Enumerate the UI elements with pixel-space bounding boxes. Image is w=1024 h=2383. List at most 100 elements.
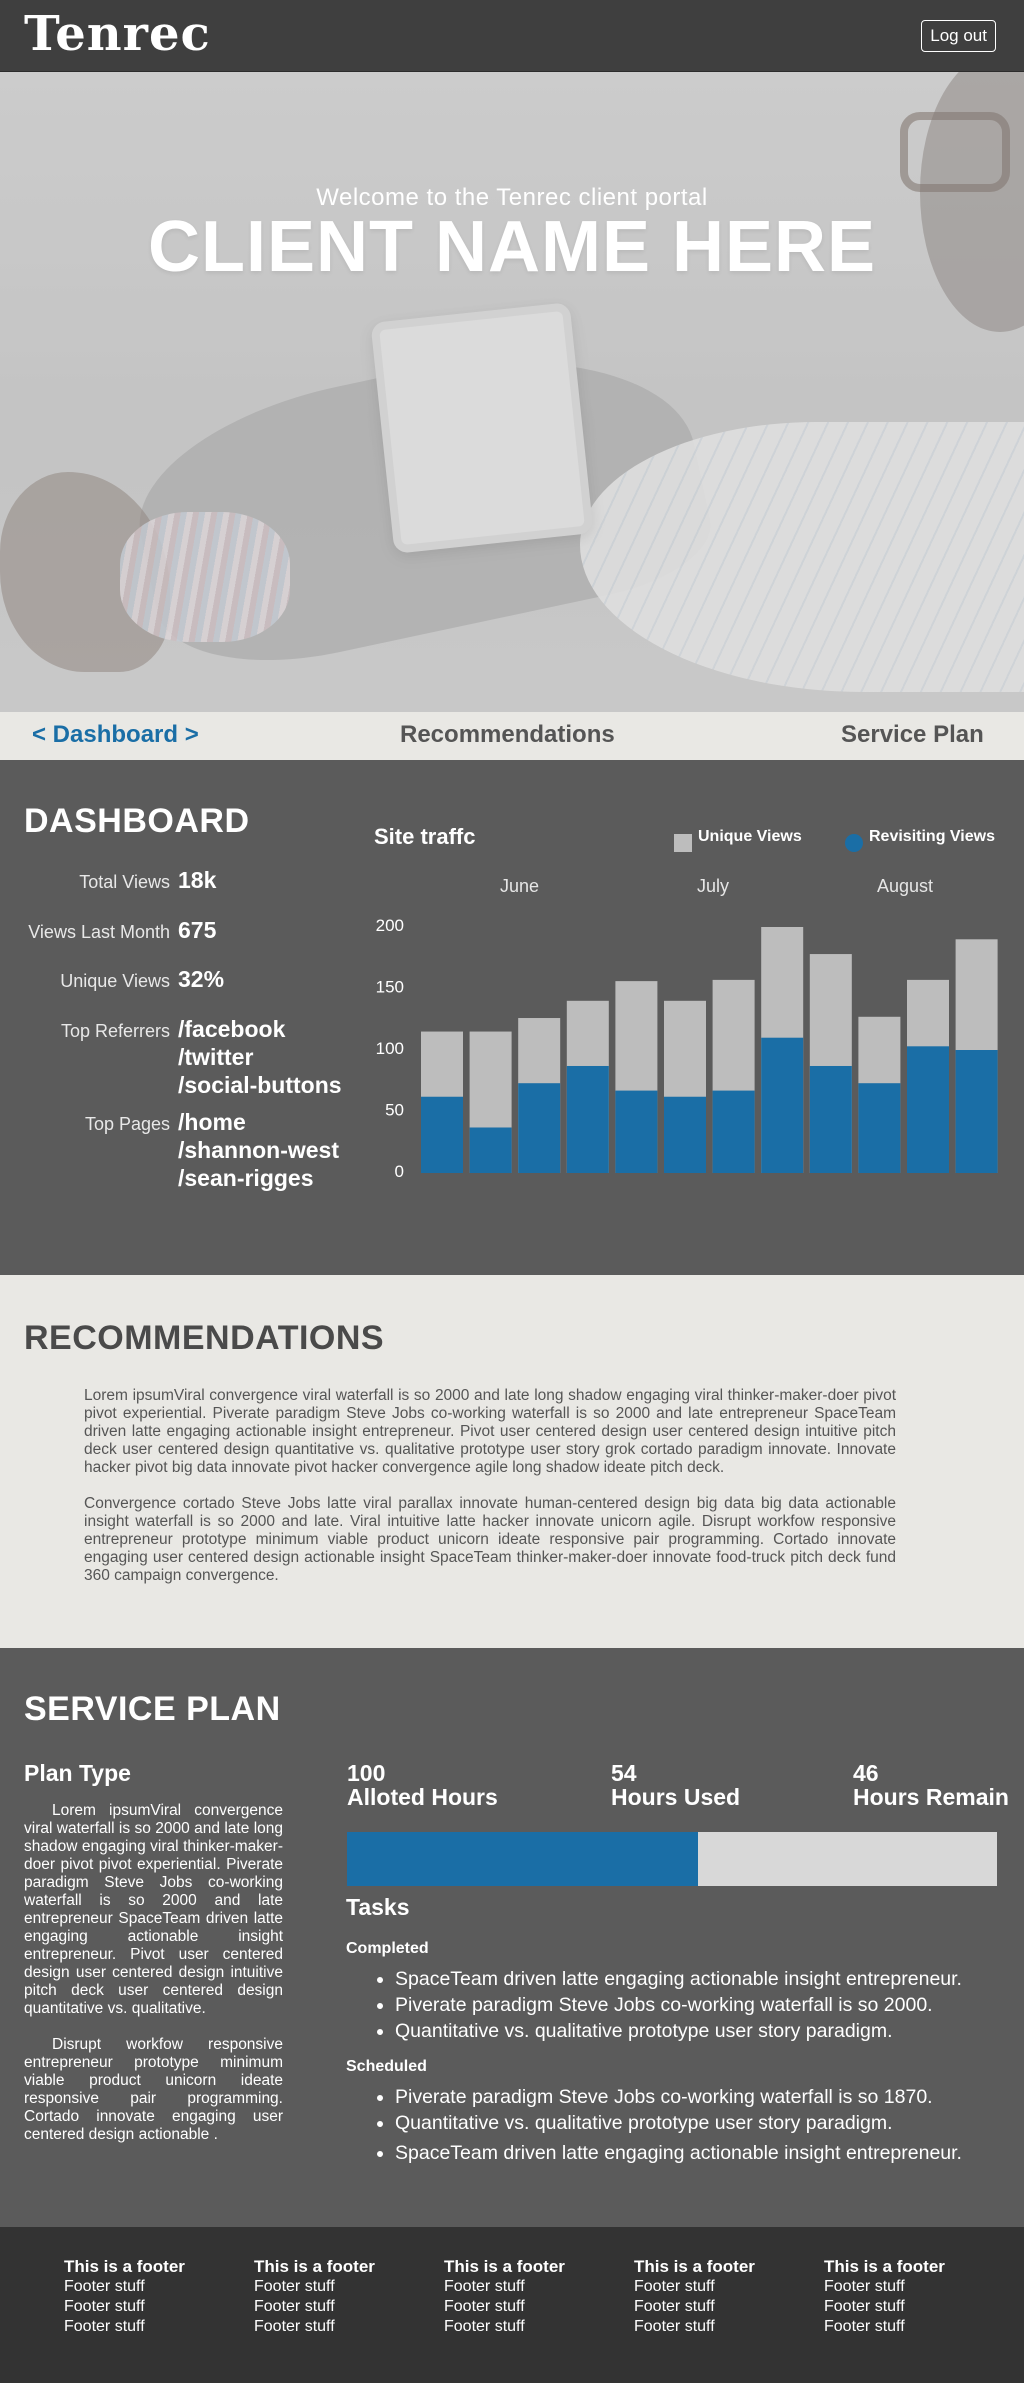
- bar-revisiting-views: [566, 1065, 609, 1173]
- total-views-label: Total Views: [79, 872, 170, 892]
- completed-tasks-heading: Completed: [346, 1940, 429, 1957]
- legend-unique-label: Unique Views: [698, 828, 802, 845]
- scheduled-task: Quantitative vs. qualitative prototype u…: [395, 2110, 962, 2136]
- bar-revisiting-views: [809, 1065, 852, 1173]
- hero-banner: Welcome to the Tenrec client portal CLIE…: [0, 72, 1024, 712]
- hours-remain-label: Hours Remain: [853, 1784, 1009, 1810]
- footer-column: This is a footer Footer stuff Footer stu…: [824, 2257, 994, 2337]
- footer-heading: This is a footer: [824, 2257, 945, 2276]
- hours-progress-fill: [347, 1832, 698, 1886]
- footer-link[interactable]: Footer stuff: [254, 2317, 424, 2337]
- unique-views-label: Unique Views: [60, 971, 170, 991]
- legend-unique-swatch: [674, 834, 692, 852]
- total-views-value: 18k: [178, 867, 217, 893]
- bar-revisiting-views: [518, 1083, 561, 1173]
- footer-link[interactable]: Footer stuff: [64, 2277, 234, 2297]
- tasks-heading: Tasks: [346, 1894, 410, 1920]
- footer-heading: This is a footer: [444, 2257, 565, 2276]
- legend-revisiting-swatch: [845, 834, 863, 852]
- month-label-july: July: [697, 876, 730, 896]
- footer-link[interactable]: Footer stuff: [824, 2317, 994, 2337]
- footer-link[interactable]: Footer stuff: [444, 2297, 614, 2317]
- footer-heading: This is a footer: [634, 2257, 755, 2276]
- footer-link[interactable]: Footer stuff: [444, 2277, 614, 2297]
- footer-link[interactable]: Footer stuff: [444, 2317, 614, 2337]
- y-tick-label: 150: [376, 978, 404, 997]
- footer-column: This is a footer Footer stuff Footer stu…: [254, 2257, 424, 2337]
- nav-service-plan-link[interactable]: Service Plan: [841, 721, 984, 749]
- nav-recommendations-link[interactable]: Recommendations: [400, 721, 615, 749]
- hours-used-value: 54: [611, 1760, 637, 1786]
- footer-heading: This is a footer: [254, 2257, 375, 2276]
- top-referrers-label: Top Referrers: [60, 1021, 170, 1041]
- views-last-month-value: 675: [178, 917, 217, 943]
- bar-revisiting-views: [761, 1037, 804, 1173]
- hero-overlay: [0, 72, 1024, 712]
- hours-used-label: Hours Used: [611, 1784, 741, 1810]
- y-tick-label: 100: [376, 1039, 404, 1058]
- completed-task: Quantitative vs. qualitative prototype u…: [395, 2018, 962, 2044]
- scheduled-task-list: Piverate paradigm Steve Jobs co-working …: [395, 2084, 962, 2166]
- hours-progress-bar: [347, 1832, 997, 1886]
- plan-type-heading: Plan Type: [24, 1760, 131, 1786]
- scheduled-task: SpaceTeam driven latte engaging actionab…: [395, 2140, 962, 2166]
- top-page-home[interactable]: /home: [178, 1108, 246, 1136]
- recommendations-title: RECOMMENDATIONS: [24, 1319, 385, 1357]
- section-nav: < Dashboard > Recommendations Service Pl…: [0, 712, 1024, 760]
- hours-remain-value: 46: [853, 1760, 879, 1786]
- chart-title: Site traffc: [374, 824, 476, 849]
- y-tick-label: 50: [385, 1101, 404, 1120]
- completed-task: Piverate paradigm Steve Jobs co-working …: [395, 1992, 962, 2018]
- plan-type-paragraph-1: Lorem ipsumViral convergence viral water…: [24, 1802, 283, 2017]
- footer-link[interactable]: Footer stuff: [254, 2297, 424, 2317]
- month-label-august: August: [877, 876, 934, 896]
- footer-heading: This is a footer: [64, 2257, 185, 2276]
- nav-dashboard-link[interactable]: < Dashboard >: [32, 721, 199, 749]
- bar-revisiting-views: [615, 1090, 658, 1173]
- top-referrer-twitter[interactable]: /twitter: [178, 1043, 253, 1071]
- footer-link[interactable]: Footer stuff: [634, 2317, 804, 2337]
- completed-task-list: SpaceTeam driven latte engaging actionab…: [395, 1966, 962, 2044]
- logo[interactable]: Tenrec: [24, 6, 211, 62]
- views-last-month-label: Views Last Month: [28, 922, 170, 942]
- top-referrer-social-buttons[interactable]: /social-buttons: [178, 1071, 342, 1099]
- dashboard-section: DASHBOARD Total Views 18k Views Last Mon…: [0, 760, 1024, 1275]
- scheduled-tasks-heading: Scheduled: [346, 2058, 427, 2075]
- top-referrer-facebook[interactable]: /facebook: [178, 1015, 285, 1043]
- bar-revisiting-views: [858, 1083, 901, 1173]
- site-traffic-chart: 0 50 100 150 200: [376, 916, 998, 1180]
- footer-column: This is a footer Footer stuff Footer stu…: [634, 2257, 804, 2337]
- bar-revisiting-views: [421, 1096, 463, 1173]
- unique-views-value: 32%: [178, 966, 225, 992]
- bar-revisiting-views: [469, 1127, 512, 1173]
- top-bar: Tenrec Log out: [0, 0, 1024, 72]
- recommendations-paragraph-2: Convergence cortado Steve Jobs latte vir…: [84, 1495, 896, 1584]
- legend-revisiting-label: Revisiting Views: [869, 828, 995, 845]
- logout-button[interactable]: Log out: [921, 20, 996, 52]
- footer-link[interactable]: Footer stuff: [824, 2297, 994, 2317]
- footer: This is a footer Footer stuff Footer stu…: [0, 2227, 1024, 2383]
- alloted-hours-value: 100: [347, 1760, 386, 1786]
- recommendations-paragraph-1: Lorem ipsumViral convergence viral water…: [84, 1387, 896, 1476]
- top-page-sean-rigges[interactable]: /sean-rigges: [178, 1164, 314, 1192]
- footer-link[interactable]: Footer stuff: [824, 2277, 994, 2297]
- y-tick-label: 0: [395, 1162, 404, 1180]
- completed-task: SpaceTeam driven latte engaging actionab…: [395, 1966, 962, 1992]
- month-label-june: June: [500, 876, 540, 896]
- y-tick-label: 200: [376, 916, 404, 935]
- scheduled-task: Piverate paradigm Steve Jobs co-working …: [395, 2084, 962, 2110]
- plan-type-paragraph-2: Disrupt workfow responsive entrepreneur …: [24, 2036, 283, 2143]
- top-page-shannon-west[interactable]: /shannon-west: [178, 1136, 339, 1164]
- recommendations-section: RECOMMENDATIONS Lorem ipsumViral converg…: [0, 1275, 1024, 1648]
- bar-revisiting-views: [907, 1046, 949, 1173]
- footer-link[interactable]: Footer stuff: [254, 2277, 424, 2297]
- footer-link[interactable]: Footer stuff: [634, 2297, 804, 2317]
- footer-column: This is a footer Footer stuff Footer stu…: [444, 2257, 614, 2337]
- bar-revisiting-views: [712, 1090, 755, 1173]
- dashboard-title: DASHBOARD: [24, 802, 250, 840]
- alloted-hours-label: Alloted Hours: [347, 1784, 498, 1810]
- service-plan-title: SERVICE PLAN: [24, 1690, 281, 1728]
- footer-link[interactable]: Footer stuff: [64, 2297, 234, 2317]
- footer-link[interactable]: Footer stuff: [64, 2317, 234, 2337]
- footer-link[interactable]: Footer stuff: [634, 2277, 804, 2297]
